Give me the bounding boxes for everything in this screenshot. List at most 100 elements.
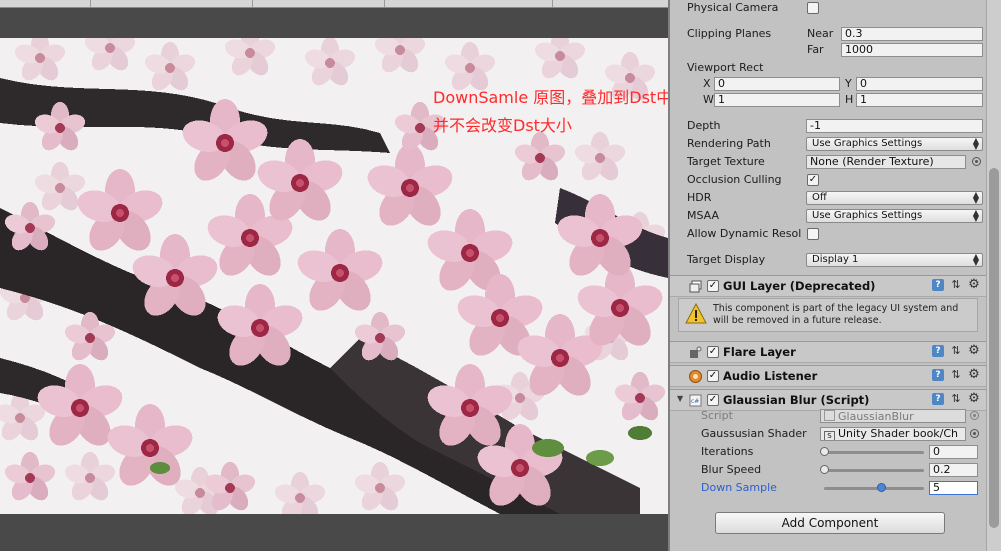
- viewport-w-label: W: [703, 93, 714, 106]
- help-icon[interactable]: ?: [932, 369, 944, 381]
- rendering-path-label: Rendering Path: [687, 137, 771, 150]
- occlusion-culling-checkbox[interactable]: ✓: [807, 174, 819, 186]
- preset-icon[interactable]: ⇅: [950, 369, 962, 381]
- physical-camera-label: Physical Camera: [687, 1, 779, 14]
- gui-layer-enabled-checkbox[interactable]: ✓: [707, 280, 719, 292]
- target-texture-label: Target Texture: [687, 155, 765, 168]
- allow-dynamic-resolution-label: Allow Dynamic Resol: [687, 227, 802, 240]
- object-picker-icon[interactable]: [970, 429, 979, 438]
- viewport-y-field[interactable]: 0: [856, 77, 983, 91]
- msaa-dropdown[interactable]: Use Graphics Settings ▲ ▼: [806, 209, 983, 223]
- script-value: GlaussianBlur: [838, 410, 914, 423]
- near-field[interactable]: 0.3: [841, 27, 983, 41]
- deprecation-warning: This component is part of the legacy UI …: [678, 298, 978, 332]
- svg-text:c#: c#: [691, 398, 699, 405]
- viewport-y-label: Y: [845, 77, 852, 90]
- script-icon: c#: [689, 394, 702, 407]
- hdr-label: HDR: [687, 191, 712, 204]
- game-view-letterbox-top: [0, 8, 668, 38]
- flare-layer-header[interactable]: ✓ Flare Layer ? ⇅ ⚙: [670, 341, 986, 363]
- viewport-x-label: X: [703, 77, 711, 90]
- depth-field[interactable]: -1: [806, 119, 983, 133]
- viewport-w-field[interactable]: 1: [714, 93, 840, 107]
- dropdown-arrows-icon: ▲ ▼: [972, 191, 979, 205]
- iterations-label: Iterations: [701, 445, 754, 458]
- blur-speed-slider-knob[interactable]: [819, 465, 829, 474]
- rendering-path-dropdown[interactable]: Use Graphics Settings ▲ ▼: [806, 137, 983, 151]
- iterations-slider-track[interactable]: [824, 451, 924, 454]
- shader-label: Gaussusian Shader: [701, 427, 807, 440]
- script-field: GlaussianBlur: [820, 409, 966, 423]
- target-display-dropdown[interactable]: Display 1 ▲ ▼: [806, 253, 983, 267]
- iterations-slider-knob[interactable]: [819, 447, 829, 456]
- inspector-scrollbar[interactable]: [986, 0, 1001, 551]
- flare-layer-title: Flare Layer: [723, 345, 796, 359]
- gear-icon[interactable]: ⚙: [967, 278, 981, 292]
- hdr-value: Off: [812, 192, 827, 203]
- msaa-label: MSAA: [687, 209, 720, 222]
- near-label: Near: [807, 27, 834, 40]
- audio-listener-title: Audio Listener: [723, 369, 818, 383]
- warning-icon: [685, 303, 707, 324]
- add-component-button[interactable]: Add Component: [715, 512, 945, 534]
- far-field[interactable]: 1000: [841, 43, 983, 57]
- gui-layer-icon: [689, 280, 702, 293]
- gear-icon[interactable]: ⚙: [967, 368, 981, 382]
- target-display-value: Display 1: [812, 254, 859, 265]
- target-texture-field[interactable]: None (Render Texture): [806, 155, 966, 169]
- allow-dynamic-resolution-checkbox[interactable]: [807, 228, 819, 240]
- gaussian-blur-enabled-checkbox[interactable]: ✓: [707, 394, 719, 406]
- audio-listener-enabled-checkbox[interactable]: ✓: [707, 370, 719, 382]
- object-picker-icon: [970, 411, 979, 420]
- inspector-panel: Physical Camera Clipping Planes Near 0.3…: [670, 0, 1001, 551]
- game-view-letterbox-bottom: [0, 514, 668, 551]
- viewport-h-label: H: [845, 93, 854, 106]
- viewport-rect-label: Viewport Rect: [687, 61, 764, 74]
- rendering-path-value: Use Graphics Settings: [812, 138, 923, 149]
- down-sample-slider-knob[interactable]: [876, 483, 886, 492]
- preset-icon[interactable]: ⇅: [950, 345, 962, 357]
- blur-speed-field[interactable]: 0.2: [929, 463, 978, 477]
- preset-icon[interactable]: ⇅: [950, 393, 962, 405]
- viewport-x-field[interactable]: 0: [714, 77, 840, 91]
- gear-icon[interactable]: ⚙: [967, 392, 981, 406]
- gear-icon[interactable]: ⚙: [967, 344, 981, 358]
- rendered-image: [0, 38, 668, 514]
- annotation-line-1: DownSamle 原图，叠加到Dst中: [433, 88, 668, 107]
- game-view[interactable]: DownSamle 原图，叠加到Dst中 并不会改变Dst大小: [0, 0, 668, 551]
- physical-camera-checkbox[interactable]: [807, 2, 819, 14]
- foldout-arrow-icon[interactable]: ▼: [677, 394, 683, 403]
- shader-value: Unity Shader book/Ch: [838, 427, 959, 440]
- down-sample-label: Down Sample: [701, 481, 777, 494]
- game-view-toolbar: [0, 0, 668, 8]
- gaussian-blur-title: Glaussian Blur (Script): [723, 393, 870, 407]
- audio-listener-icon: [689, 370, 702, 383]
- viewport-h-field[interactable]: 1: [856, 93, 983, 107]
- iterations-field[interactable]: 0: [929, 445, 978, 459]
- scrollbar-thumb[interactable]: [989, 168, 999, 528]
- preset-icon[interactable]: ⇅: [950, 279, 962, 291]
- shader-icon: S: [824, 431, 835, 440]
- hdr-dropdown[interactable]: Off ▲ ▼: [806, 191, 983, 205]
- flare-layer-icon: [690, 346, 702, 358]
- help-icon[interactable]: ?: [932, 279, 944, 291]
- gui-layer-header[interactable]: ✓ GUI Layer (Deprecated) ? ⇅ ⚙: [670, 275, 986, 297]
- down-sample-slider-track[interactable]: [824, 487, 924, 490]
- down-sample-field[interactable]: 5: [929, 481, 978, 495]
- msaa-value: Use Graphics Settings: [812, 210, 923, 221]
- audio-listener-header[interactable]: ✓ Audio Listener ? ⇅ ⚙: [670, 365, 986, 387]
- blur-speed-label: Blur Speed: [701, 463, 762, 476]
- flare-layer-enabled-checkbox[interactable]: ✓: [707, 346, 719, 358]
- dropdown-arrows-icon: ▲ ▼: [972, 253, 979, 267]
- shader-field[interactable]: S Unity Shader book/Ch: [820, 427, 966, 441]
- gaussian-blur-header[interactable]: ▼ c# ✓ Glaussian Blur (Script) ? ⇅ ⚙: [670, 389, 986, 411]
- object-picker-icon[interactable]: [972, 157, 981, 166]
- dropdown-arrows-icon: ▲ ▼: [972, 209, 979, 223]
- far-label: Far: [807, 43, 824, 56]
- help-icon[interactable]: ?: [932, 393, 944, 405]
- blur-speed-slider-track[interactable]: [824, 469, 924, 472]
- annotation-line-2: 并不会改变Dst大小: [433, 116, 572, 135]
- help-icon[interactable]: ?: [932, 345, 944, 357]
- clipping-planes-label: Clipping Planes: [687, 27, 772, 40]
- script-label: Script: [701, 409, 733, 422]
